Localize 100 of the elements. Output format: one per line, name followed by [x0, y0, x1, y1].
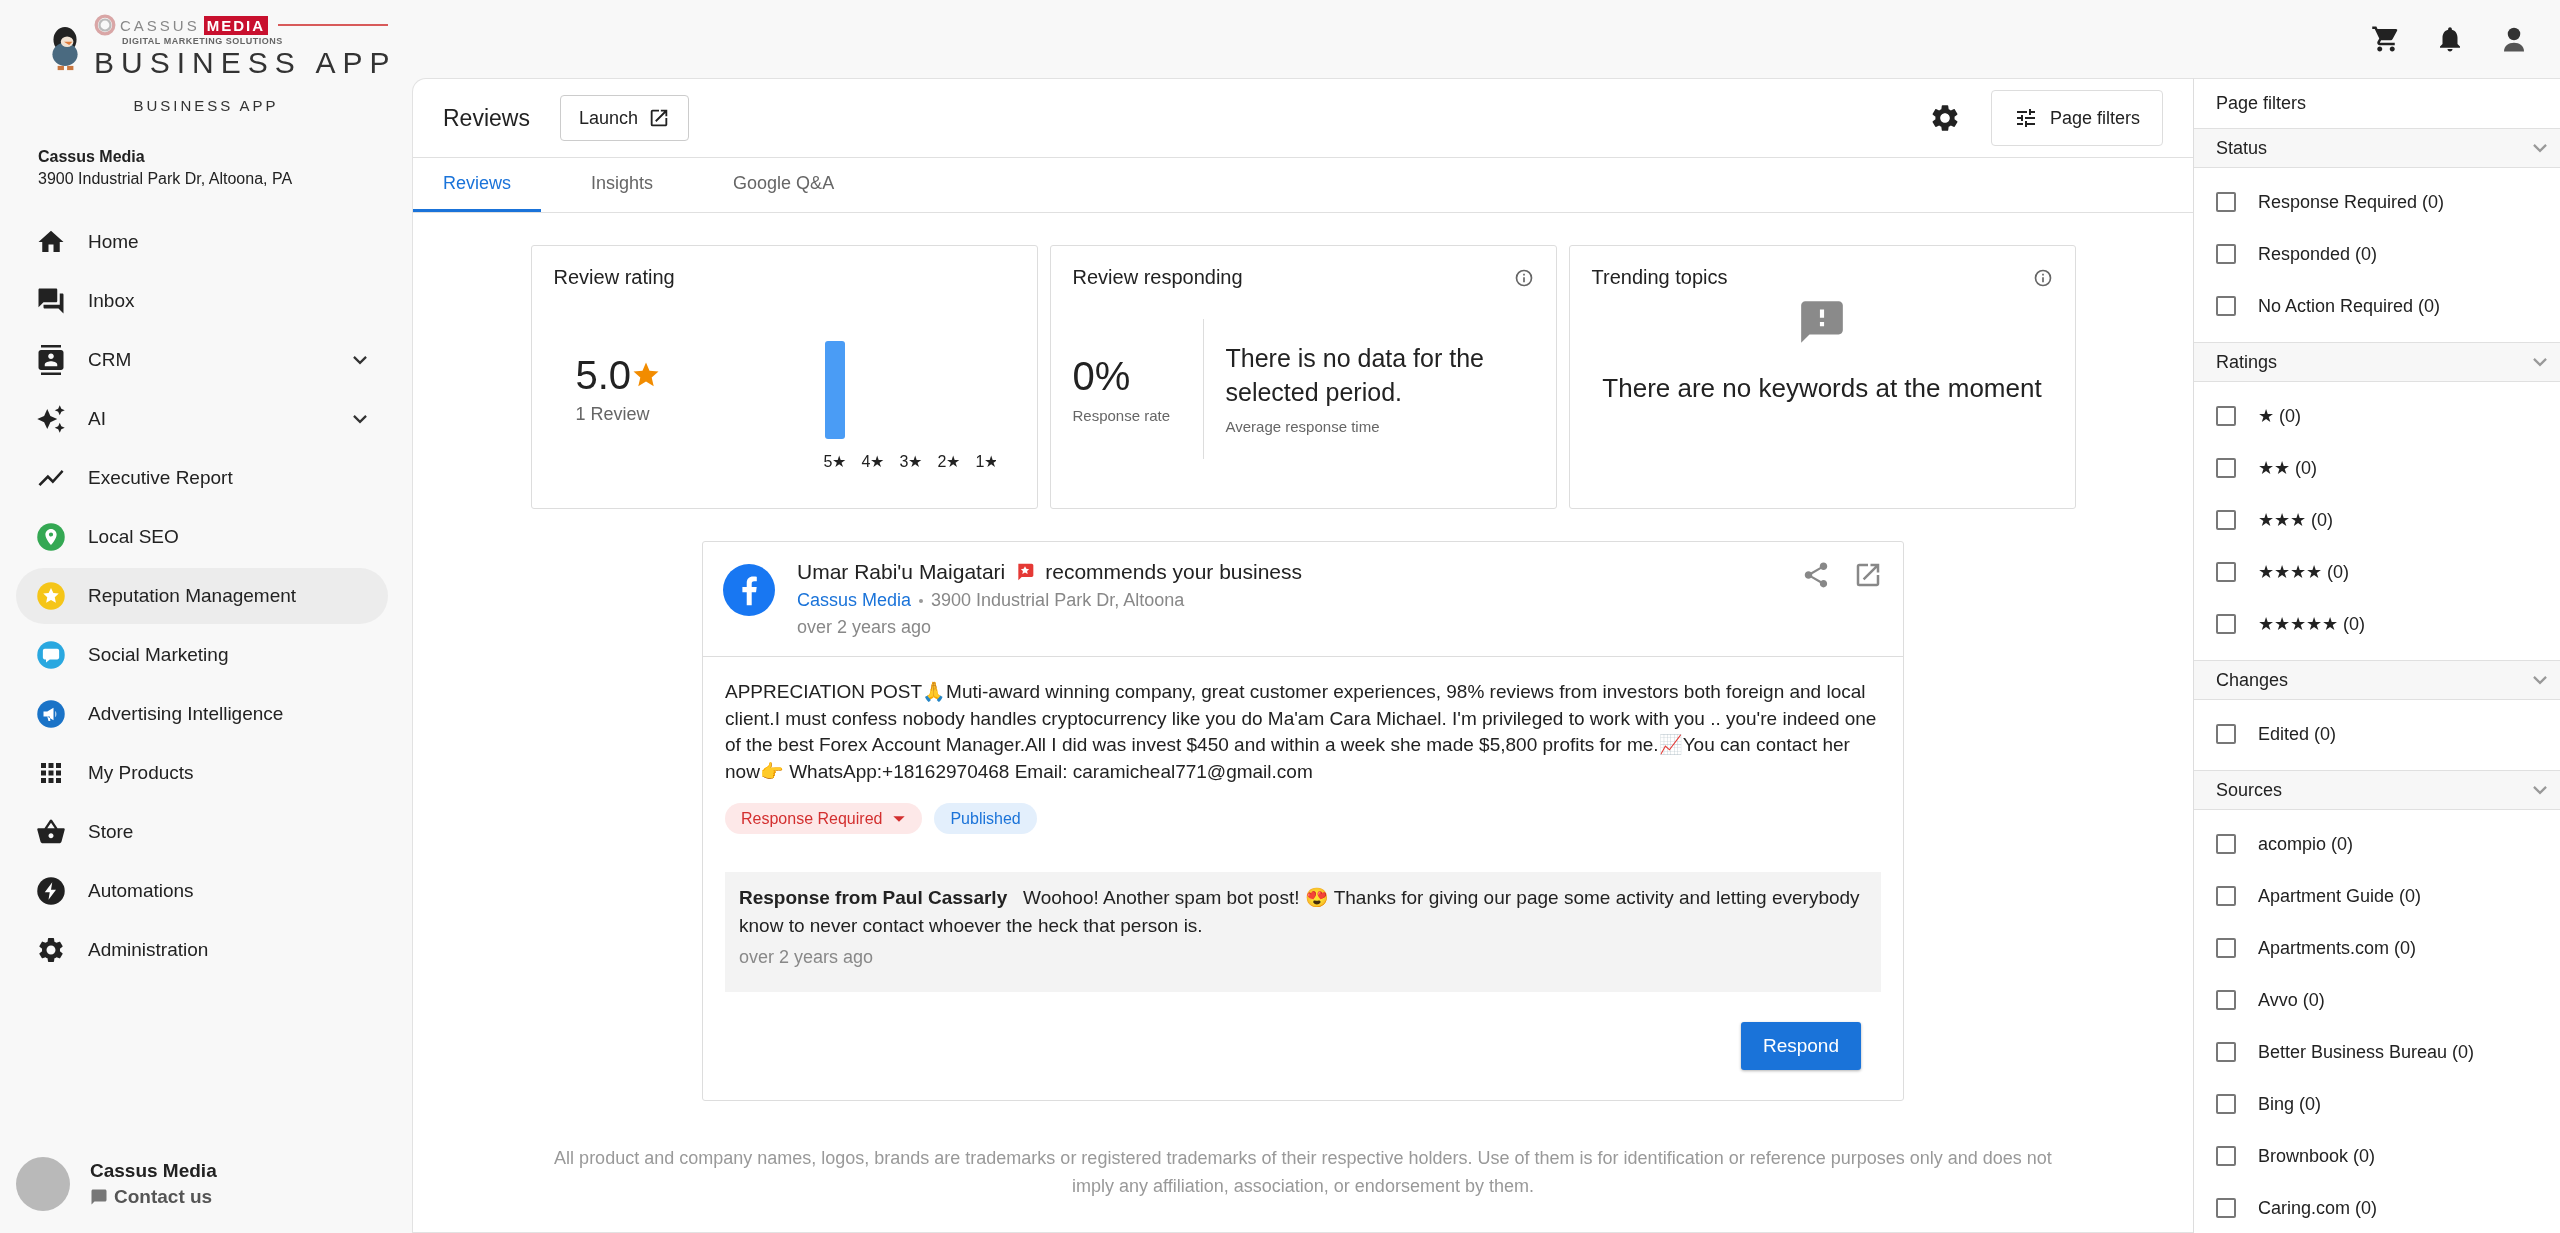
card-title: Review rating: [553, 266, 676, 289]
settings-icon: [36, 935, 66, 965]
checkbox[interactable]: [2216, 296, 2236, 316]
filter-option-label[interactable]: ★★ (0): [2258, 457, 2317, 479]
checkbox[interactable]: [2216, 192, 2236, 212]
account-name: Cassus Media: [38, 148, 146, 166]
business-link[interactable]: Cassus Media: [797, 590, 912, 611]
ring-icon: [94, 14, 116, 36]
checkbox[interactable]: [2216, 510, 2236, 530]
checkbox[interactable]: [2216, 562, 2236, 582]
filter-option-label[interactable]: Brownbook (0): [2258, 1145, 2376, 1167]
profile-name: Cassus Media: [90, 1160, 217, 1182]
chat-bubble-icon: [36, 640, 66, 670]
filter-option-label[interactable]: acompio (0): [2258, 833, 2354, 855]
info-icon[interactable]: [1513, 267, 1534, 288]
filter-option-label[interactable]: Responded (0): [2258, 243, 2378, 265]
launch-button[interactable]: Launch: [559, 95, 689, 141]
filter-option-label[interactable]: ★★★★ (0): [2258, 561, 2349, 583]
nav-item[interactable]: Reputation Management: [16, 568, 388, 624]
logo-product-name: BUSINESS APP: [94, 46, 397, 79]
filter-section-header[interactable]: Ratings: [2194, 342, 2560, 382]
response-time-label: Average response time: [1225, 417, 1381, 435]
avatar-circle: [16, 1157, 70, 1211]
response-rate-value: 0%: [1072, 353, 1132, 399]
lightning-icon: [36, 876, 66, 906]
review-text: APPRECIATION POST🙏Muti-award winning company, great customer experiences, 98% reviews from investors both foreign and local client.I must confess nobody handles cryptocurrency like you do Ma'am Cara Michael. I'm privileged to work with you .. you're indeed one of the best Forex Account Manager.All I did was invest $450 and within a week she made $5,800 profits for me.📈You can contact her now👉 WhatsApp:+18162970468 Email: caramicheal771@gmail.com: [725, 680, 1878, 784]
filter-option-label[interactable]: Response Required (0): [2258, 191, 2445, 213]
tab[interactable]: Insights: [561, 158, 684, 212]
checkbox[interactable]: [2216, 834, 2236, 854]
nav-item[interactable]: My Products: [16, 745, 388, 801]
checkbox[interactable]: [2216, 1146, 2236, 1166]
account-address: 3900 Industrial Park Dr, Altoona, PA: [38, 170, 294, 188]
review-action: recommends your business: [1045, 560, 1303, 584]
card-title: Trending topics: [1591, 266, 1728, 289]
checkbox[interactable]: [2216, 1042, 2236, 1062]
checkbox[interactable]: [2216, 458, 2236, 478]
nav-item[interactable]: Executive Report: [16, 450, 388, 506]
filter-option-label[interactable]: Better Business Bureau (0): [2258, 1041, 2475, 1063]
nav-item[interactable]: Store: [16, 804, 388, 860]
filter-option-label[interactable]: ★★★ (0): [2258, 509, 2333, 531]
checkbox[interactable]: [2216, 406, 2236, 426]
filter-section-header[interactable]: Changes: [2194, 660, 2560, 700]
filter-option-label[interactable]: Apartment Guide (0): [2258, 885, 2422, 907]
checkbox[interactable]: [2216, 614, 2236, 634]
sparkles-icon: [36, 404, 66, 434]
response-rate-label: Response rate: [1072, 406, 1172, 424]
message-icon: [90, 1188, 108, 1206]
tab[interactable]: Reviews: [413, 158, 542, 212]
checkbox[interactable]: [2216, 990, 2236, 1010]
filter-option-label[interactable]: Bing (0): [2258, 1093, 2322, 1115]
nav-item[interactable]: Social Marketing: [16, 627, 388, 683]
checkbox[interactable]: [2216, 886, 2236, 906]
chevron-icon: [2532, 356, 2548, 368]
bar-label: 3★: [899, 452, 922, 470]
review-count: 1 Review: [575, 403, 651, 425]
facebook-logo-icon: [723, 564, 775, 616]
filter-section-header[interactable]: Sources: [2194, 770, 2560, 810]
bar-label: 5★: [823, 452, 846, 470]
info-icon[interactable]: [2032, 267, 2053, 288]
trademark-disclaimer: All product and company names, logos, brands are trademarks or registered trademarks of their respective holders. Use of them is for identification or reference purposes only and does not imply any affiliation, association, or endorsement by them.: [553, 1147, 2053, 1199]
checkbox[interactable]: [2216, 938, 2236, 958]
nav-item[interactable]: Automations: [16, 863, 388, 919]
rating-score: 5.0: [575, 352, 632, 398]
chevron-icon: [2532, 784, 2548, 796]
response-text: Response from Paul Cassarly Woohoo! Another spam bot post! 😍 Thanks for giving our page some activity and letting everybody know to never contact whoever the heck that person is.: [739, 886, 1861, 938]
nav-item[interactable]: CRM: [16, 332, 388, 388]
page-filters-button[interactable]: Page filters: [1990, 90, 2163, 146]
nav-item[interactable]: AI: [16, 391, 388, 447]
filter-option-label[interactable]: No Action Required (0): [2258, 295, 2441, 317]
chevron-icon: [2532, 674, 2548, 686]
nav-item[interactable]: Inbox: [16, 273, 388, 329]
filter-option-label[interactable]: Edited (0): [2258, 723, 2337, 745]
separator-dot: [919, 598, 924, 603]
filter-option-label[interactable]: ★ (0): [2258, 405, 2301, 427]
respond-button[interactable]: Respond: [1740, 1022, 1861, 1071]
checkbox[interactable]: [2216, 244, 2236, 264]
chat-bubbles-icon: [36, 286, 66, 316]
filter-option-label[interactable]: ★★★★★ (0): [2258, 613, 2365, 635]
nav-item[interactable]: Local SEO: [16, 509, 388, 565]
filter-option-label[interactable]: Apartments.com (0): [2258, 937, 2417, 959]
nav-item[interactable]: Advertising Intelligence: [16, 686, 388, 742]
checkbox[interactable]: [2216, 724, 2236, 744]
nav-item[interactable]: Administration: [16, 922, 388, 978]
empty-keywords-message: There are no keywords at the moment: [1602, 373, 2042, 404]
chevron-icon: [2532, 142, 2548, 154]
checkbox[interactable]: [2216, 1094, 2236, 1114]
filter-section-header[interactable]: Status: [2194, 128, 2560, 168]
filter-option-label[interactable]: Caring.com (0): [2258, 1197, 2378, 1219]
reviewer-name: Umar Rabi'u Maigatari: [797, 560, 1006, 584]
filter-option-label[interactable]: Avvo (0): [2258, 989, 2325, 1011]
no-data-message: There is no data for the selected period.: [1225, 343, 1485, 408]
business-location: 3900 Industrial Park Dr, Altoona: [931, 590, 1185, 611]
nav-item[interactable]: Home: [16, 214, 388, 270]
filters-title: Page filters: [2215, 92, 2308, 115]
tab[interactable]: Google Q&A: [703, 158, 865, 212]
status-dropdown[interactable]: Response Required: [725, 803, 923, 835]
megaphone-icon: [36, 699, 66, 729]
contact-card-icon: [36, 345, 66, 375]
contact-us-link[interactable]: Contact us: [90, 1186, 217, 1208]
checkbox[interactable]: [2216, 1198, 2236, 1218]
